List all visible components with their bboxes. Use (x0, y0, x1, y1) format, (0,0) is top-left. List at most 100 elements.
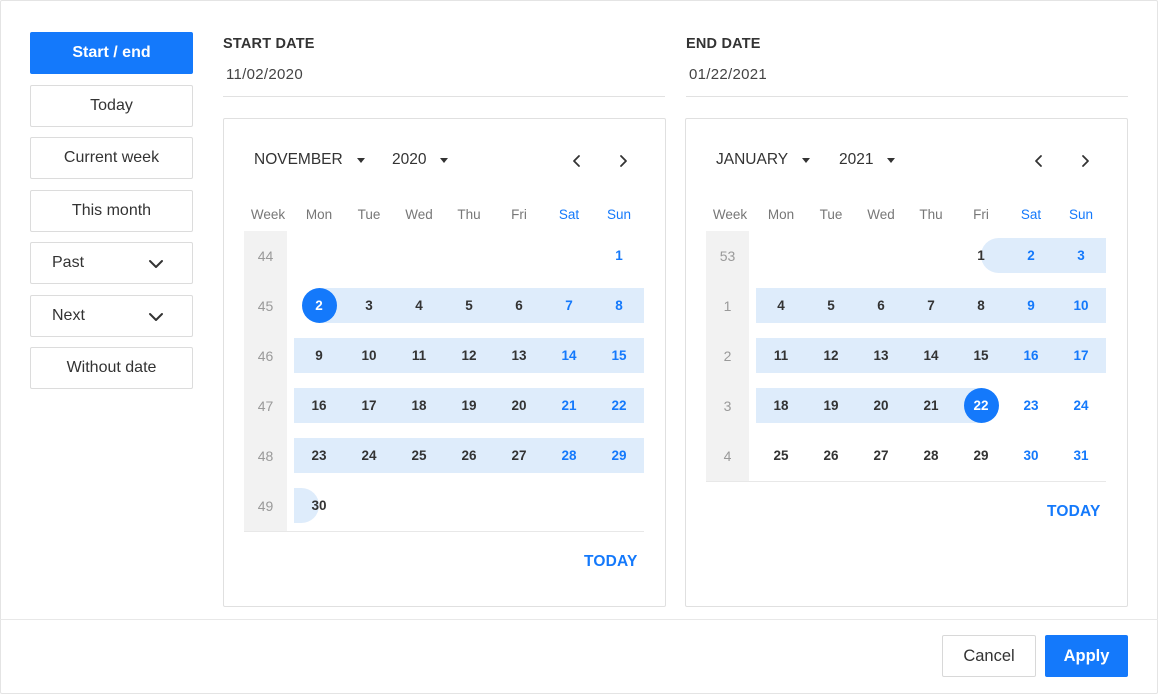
preset-today-button[interactable]: Today (30, 84, 193, 127)
day-cell[interactable]: 27 (856, 438, 906, 473)
day-cell[interactable]: 21 (906, 388, 956, 423)
week-column-header: Week (250, 207, 286, 222)
day-cell[interactable]: 23 (1006, 388, 1056, 423)
day-cell[interactable]: 21 (544, 388, 594, 423)
calendar-header: NOVEMBER 2020 (224, 151, 665, 171)
day-cell[interactable]: 15 (956, 338, 1006, 373)
day-cell[interactable]: 13 (494, 338, 544, 373)
day-cell[interactable]: 20 (856, 388, 906, 423)
day-cell[interactable]: 7 (906, 288, 956, 323)
day-cell[interactable]: 23 (294, 438, 344, 473)
preset-without-date-button[interactable]: Without date (30, 347, 193, 389)
day-cell[interactable]: 28 (544, 438, 594, 473)
day-cell[interactable]: 1 (956, 238, 1006, 273)
day-cell[interactable]: 3 (1056, 238, 1106, 273)
preset-next-button[interactable]: Next (30, 294, 193, 337)
preset-this-month-button[interactable]: This month (30, 189, 193, 232)
day-cell[interactable]: 18 (756, 388, 806, 423)
day-cell[interactable]: 29 (956, 438, 1006, 473)
day-cell[interactable]: 4 (756, 288, 806, 323)
day-cell[interactable]: 8 (956, 288, 1006, 323)
calendar-divider (706, 481, 1106, 482)
day-cell[interactable]: 22 (594, 388, 644, 423)
start-date-value[interactable]: 11/02/2020 (223, 66, 315, 83)
day-cell[interactable]: 10 (1056, 288, 1106, 323)
end-date-field[interactable]: END DATE 01/22/2021 (686, 36, 1128, 97)
caret-down-icon (887, 157, 896, 163)
day-cell[interactable]: 29 (594, 438, 644, 473)
day-number: 10 (1073, 298, 1089, 313)
day-cell[interactable]: 11 (756, 338, 806, 373)
day-number: 29 (973, 448, 989, 463)
preset-current-week-button[interactable]: Current week (30, 137, 193, 179)
prev-month-button[interactable] (1029, 151, 1049, 171)
day-cell[interactable]: 5 (806, 288, 856, 323)
day-cell[interactable]: 5 (444, 288, 494, 323)
day-number: 5 (465, 298, 473, 313)
prev-month-button[interactable] (567, 151, 587, 171)
day-cell[interactable]: 31 (1056, 438, 1106, 473)
chevron-right-icon (1082, 155, 1089, 167)
day-cell[interactable]: 26 (806, 438, 856, 473)
day-cell[interactable]: 30 (1006, 438, 1056, 473)
year-select[interactable]: 2021 (839, 151, 896, 169)
day-cell[interactable]: 8 (594, 288, 644, 323)
preset-label: Start / end (72, 44, 151, 61)
day-cell[interactable]: 15 (594, 338, 644, 373)
day-cell[interactable]: 25 (756, 438, 806, 473)
day-cell[interactable]: 25 (394, 438, 444, 473)
day-cell[interactable]: 16 (1006, 338, 1056, 373)
day-number: 1 (615, 248, 623, 263)
day-cell[interactable]: 9 (1006, 288, 1056, 323)
day-cell[interactable]: 18 (394, 388, 444, 423)
end-calendar: JANUARY 2021 Week Mon Tue Wed Thu Fri Sat Sun 53 1 2… (685, 118, 1128, 607)
start-date-field[interactable]: START DATE 11/02/2020 (223, 36, 665, 97)
day-cell[interactable]: 11 (394, 338, 444, 373)
today-link[interactable]: TODAY (584, 553, 638, 571)
preset-start-end-button[interactable]: Start / end (30, 32, 193, 74)
day-cell[interactable]: 27 (494, 438, 544, 473)
day-cell[interactable]: 30 (294, 488, 344, 523)
day-cell[interactable]: 3 (344, 288, 394, 323)
day-number: 25 (773, 448, 789, 463)
day-cell[interactable]: 24 (1056, 388, 1106, 423)
day-cell[interactable]: 9 (294, 338, 344, 373)
month-select[interactable]: NOVEMBER (254, 151, 365, 169)
day-cell[interactable]: 12 (444, 338, 494, 373)
next-month-button[interactable] (613, 151, 633, 171)
day-cell[interactable]: 14 (544, 338, 594, 373)
weekday-header: Sun (606, 207, 632, 222)
cancel-button[interactable]: Cancel (942, 635, 1036, 677)
day-cell[interactable]: 13 (856, 338, 906, 373)
day-cell[interactable]: 19 (806, 388, 856, 423)
preset-past-button[interactable]: Past (30, 242, 193, 284)
day-cell[interactable]: 2 (1006, 238, 1056, 273)
day-cell[interactable]: 4 (394, 288, 444, 323)
day-cell[interactable]: 10 (344, 338, 394, 373)
today-link[interactable]: TODAY (1047, 503, 1101, 521)
day-cell[interactable]: 16 (294, 388, 344, 423)
day-cell[interactable]: 6 (856, 288, 906, 323)
preset-list: Start / end Today Current week This month Pa… (30, 32, 193, 400)
selected-day[interactable]: 22 (956, 388, 1006, 423)
day-cell[interactable]: 1 (594, 238, 644, 273)
year-select[interactable]: 2020 (392, 151, 449, 169)
day-cell[interactable]: 6 (494, 288, 544, 323)
day-cell[interactable]: 24 (344, 438, 394, 473)
day-cell[interactable]: 7 (544, 288, 594, 323)
selected-day[interactable]: 2 (294, 288, 344, 323)
day-cell[interactable]: 14 (906, 338, 956, 373)
day-cell[interactable]: 26 (444, 438, 494, 473)
day-cell[interactable]: 17 (1056, 338, 1106, 373)
end-date-value[interactable]: 01/22/2021 (686, 66, 767, 83)
day-number: 1 (977, 248, 985, 263)
month-select[interactable]: JANUARY (716, 151, 811, 169)
day-cell[interactable]: 12 (806, 338, 856, 373)
day-number: 15 (973, 348, 989, 363)
apply-button[interactable]: Apply (1045, 635, 1128, 677)
day-cell[interactable]: 28 (906, 438, 956, 473)
next-month-button[interactable] (1075, 151, 1095, 171)
day-cell[interactable]: 19 (444, 388, 494, 423)
day-cell[interactable]: 20 (494, 388, 544, 423)
day-cell[interactable]: 17 (344, 388, 394, 423)
